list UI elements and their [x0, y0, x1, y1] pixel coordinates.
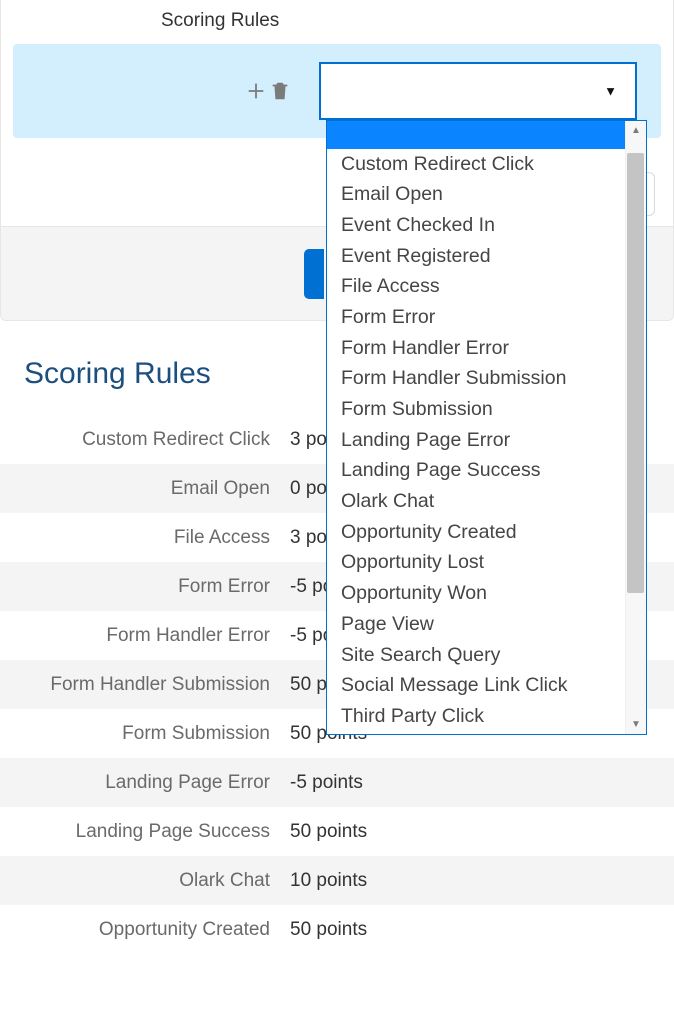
dropdown-scrollbar[interactable]: ▲ ▼ — [625, 121, 646, 734]
rule-label: Opportunity Created — [0, 919, 284, 941]
dropdown-option[interactable]: Opportunity Created — [327, 517, 625, 548]
rule-label: Custom Redirect Click — [0, 429, 284, 451]
dropdown-option[interactable]: Event Checked In — [327, 210, 625, 241]
rule-label: Email Open — [0, 478, 284, 500]
scrollbar-thumb[interactable] — [627, 153, 644, 593]
dropdown-option[interactable]: Email Open — [327, 180, 625, 211]
rule-value: 50 points — [284, 919, 367, 941]
rule-value: 50 points — [284, 821, 367, 843]
dropdown-option-blank[interactable] — [327, 121, 625, 149]
dropdown-option[interactable]: Landing Page Error — [327, 425, 625, 456]
rule-value: -5 points — [284, 772, 363, 794]
table-row: Landing Page Success 50 points — [0, 807, 674, 856]
rule-label: File Access — [0, 527, 284, 549]
panel-title: Scoring Rules — [1, 0, 673, 44]
dropdown-option[interactable]: Olark Chat — [327, 487, 625, 518]
dropdown-option[interactable]: Page View — [327, 609, 625, 640]
dropdown-option[interactable]: Event Registered — [327, 241, 625, 272]
dropdown-option[interactable]: Form Handler Error — [327, 333, 625, 364]
dropdown-list: Custom Redirect Click Email Open Event C… — [327, 121, 625, 734]
add-icon[interactable] — [245, 80, 267, 102]
dropdown-option[interactable]: Custom Redirect Click — [327, 149, 625, 180]
rule-type-dropdown: Custom Redirect Click Email Open Event C… — [326, 120, 647, 735]
rule-label: Form Error — [0, 576, 284, 598]
rule-label: Form Handler Submission — [0, 674, 284, 696]
rule-label: Form Submission — [0, 723, 284, 745]
rule-label: Landing Page Success — [0, 821, 284, 843]
dropdown-option[interactable]: Form Error — [327, 302, 625, 333]
rule-value: 10 points — [284, 870, 367, 892]
dropdown-option[interactable]: Opportunity Won — [327, 579, 625, 610]
row-actions — [245, 80, 291, 102]
delete-icon[interactable] — [269, 80, 291, 102]
dropdown-option[interactable]: Form Handler Submission — [327, 364, 625, 395]
dropdown-option[interactable]: Opportunity Lost — [327, 548, 625, 579]
dropdown-option[interactable]: Third Party Click — [327, 701, 625, 732]
rule-label: Landing Page Error — [0, 772, 284, 794]
rule-label: Olark Chat — [0, 870, 284, 892]
dropdown-option[interactable]: Form Submission — [327, 395, 625, 426]
primary-button[interactable] — [304, 249, 324, 299]
dropdown-option[interactable]: Landing Page Success — [327, 456, 625, 487]
table-row: Landing Page Error -5 points — [0, 758, 674, 807]
scroll-up-icon[interactable]: ▲ — [631, 125, 641, 136]
table-row: Opportunity Created 50 points — [0, 905, 674, 954]
rule-type-select-wrap: ▼ — [319, 62, 637, 120]
scroll-down-icon[interactable]: ▼ — [631, 719, 641, 730]
table-row: Olark Chat 10 points — [0, 856, 674, 905]
dropdown-option[interactable]: File Access — [327, 272, 625, 303]
dropdown-option[interactable]: Social Message Link Click — [327, 671, 625, 702]
rule-label: Form Handler Error — [0, 625, 284, 647]
dropdown-option[interactable]: Site Search Query — [327, 640, 625, 671]
chevron-down-icon: ▼ — [604, 84, 617, 99]
rule-type-select[interactable]: ▼ — [319, 62, 637, 120]
